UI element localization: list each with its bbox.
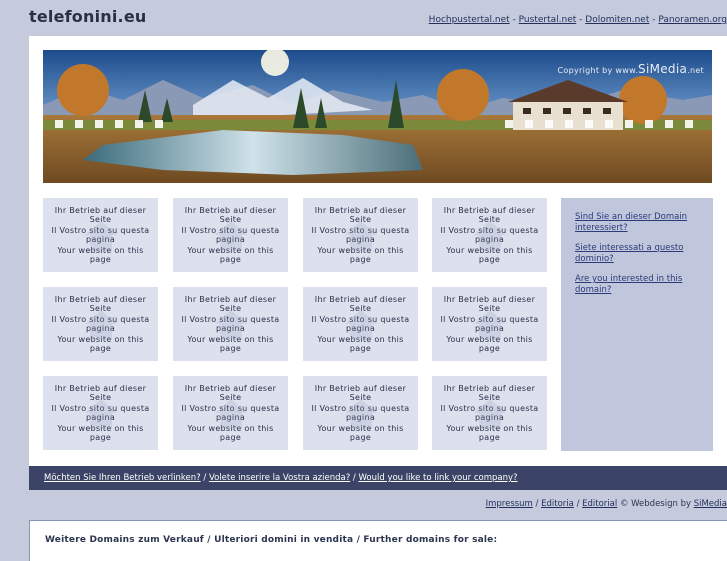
house-watermark-icon	[344, 399, 377, 429]
separator: -	[512, 15, 516, 25]
ad-slot-cell[interactable]: Ihr Betrieb auf dieser SeiteIl Vostro si…	[173, 376, 288, 450]
link-company-bar: Möchten Sie Ihren Betrieb verlinken? / V…	[29, 466, 727, 490]
more-domains-box: Weitere Domains zum Verkauf / Ulteriori …	[29, 520, 727, 561]
ad-slot-cell[interactable]: Ihr Betrieb auf dieser SeiteIl Vostro si…	[173, 287, 288, 361]
separator: /	[576, 499, 580, 509]
house-watermark-icon	[473, 221, 506, 251]
editorial-link[interactable]: Editorial	[582, 499, 617, 509]
separator: -	[652, 15, 656, 25]
house-watermark-icon	[344, 310, 377, 340]
house-watermark-icon	[84, 310, 117, 340]
footer-links: Impressum / Editoria / Editorial © Webde…	[486, 499, 727, 509]
house-watermark-icon	[214, 399, 247, 429]
impressum-link[interactable]: Impressum	[486, 499, 533, 509]
editoria-link[interactable]: Editoria	[541, 499, 574, 509]
separator: /	[352, 473, 356, 483]
panorama-banner: Copyright by www.SiMedia.net	[43, 50, 712, 183]
domain-interest-sidebar: Sind Sie an dieser Domain interessiert? …	[561, 198, 713, 451]
top-nav-links: Hochpustertal.net - Pustertal.net - Dolo…	[429, 15, 727, 25]
simedia-link[interactable]: SiMedia	[694, 499, 727, 509]
interest-link-it[interactable]: Siete interessati a questo dominio?	[575, 243, 699, 264]
house-watermark-icon	[84, 399, 117, 429]
ad-slot-cell[interactable]: Ihr Betrieb auf dieser SeiteIl Vostro si…	[303, 376, 418, 450]
house-watermark-icon	[214, 221, 247, 251]
top-link-hochpustertal[interactable]: Hochpustertal.net	[429, 15, 510, 25]
more-domains-heading: Weitere Domains zum Verkauf / Ulteriori …	[45, 535, 498, 545]
site-title: telefonini.eu	[29, 7, 147, 26]
house-watermark-icon	[214, 310, 247, 340]
house-watermark-icon	[473, 310, 506, 340]
top-link-dolomiten[interactable]: Dolomiten.net	[585, 15, 649, 25]
house-watermark-icon	[473, 399, 506, 429]
interest-link-en[interactable]: Are you interested in this domain?	[575, 274, 699, 295]
ad-slot-cell[interactable]: Ihr Betrieb auf dieser SeiteIl Vostro si…	[43, 287, 158, 361]
ad-slot-cell[interactable]: Ihr Betrieb auf dieser SeiteIl Vostro si…	[303, 287, 418, 361]
link-company-de[interactable]: Möchten Sie Ihren Betrieb verlinken?	[44, 473, 201, 483]
top-link-pustertal[interactable]: Pustertal.net	[519, 15, 577, 25]
separator: /	[203, 473, 207, 483]
ad-slot-cell[interactable]: Ihr Betrieb auf dieser SeiteIl Vostro si…	[173, 198, 288, 272]
banner-copyright: Copyright by www.SiMedia.net	[558, 62, 705, 76]
ad-slot-cell[interactable]: Ihr Betrieb auf dieser SeiteIl Vostro si…	[432, 287, 547, 361]
ad-slot-cell[interactable]: Ihr Betrieb auf dieser SeiteIl Vostro si…	[43, 198, 158, 272]
ad-slot-cell[interactable]: Ihr Betrieb auf dieser SeiteIl Vostro si…	[432, 376, 547, 450]
copyright-brand: SiMedia	[638, 62, 688, 76]
link-company-it[interactable]: Volete inserire la Vostra azienda?	[209, 473, 350, 483]
webdesign-credit: © Webdesign by	[619, 499, 691, 509]
house-watermark-icon	[84, 221, 117, 251]
ad-slot-cell[interactable]: Ihr Betrieb auf dieser SeiteIl Vostro si…	[432, 198, 547, 272]
content-panel: Copyright by www.SiMedia.net Ihr Betrieb…	[29, 36, 727, 466]
link-company-en[interactable]: Would you like to link your company?	[359, 473, 518, 483]
top-link-panoramen[interactable]: Panoramen.org	[658, 15, 727, 25]
copyright-prefix: Copyright by www.	[557, 66, 639, 75]
copyright-suffix: .net	[687, 66, 704, 75]
separator: /	[535, 499, 539, 509]
ad-slot-cell[interactable]: Ihr Betrieb auf dieser SeiteIl Vostro si…	[303, 198, 418, 272]
interest-link-de[interactable]: Sind Sie an dieser Domain interessiert?	[575, 212, 699, 233]
separator: -	[579, 15, 583, 25]
ad-slot-cell[interactable]: Ihr Betrieb auf dieser SeiteIl Vostro si…	[43, 376, 158, 450]
house-watermark-icon	[344, 221, 377, 251]
